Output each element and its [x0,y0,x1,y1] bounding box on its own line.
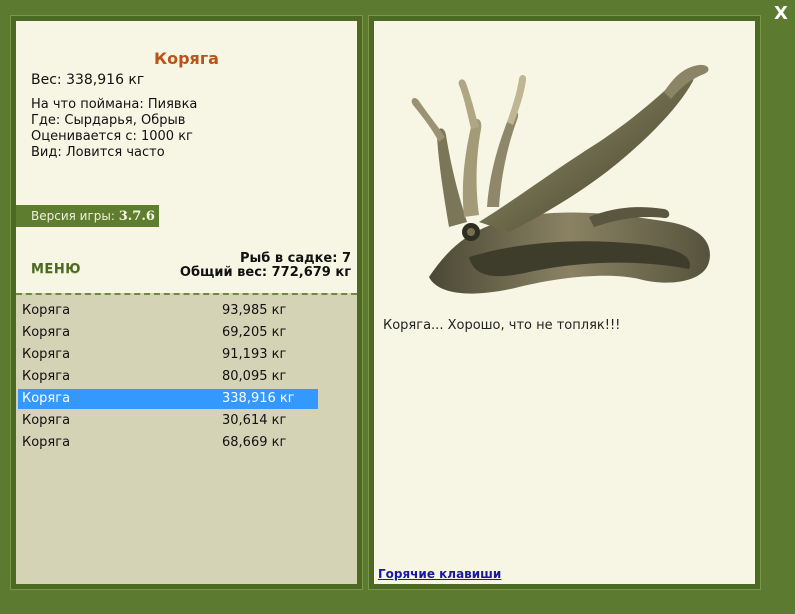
catch-item-weight: 30,614 кг [222,413,287,428]
fish-description: Коряга... Хорошо, что не топляк!!! [383,318,621,333]
catch-item-name: Коряга [22,303,71,318]
fish-weight: Вес: 338,916 кг [31,72,145,88]
catch-list: Коряга 93,985 кг Коряга 69,205 кг Коряга 91,1… [16,293,357,584]
fish-count: Рыб в садке: 7 [239,251,351,266]
catch-item-name: Коряга [22,325,71,340]
version-number: 3.7.6 [118,209,155,224]
catch-list-item[interactable]: Коряга 69,205 кг [18,323,318,343]
catch-list-item[interactable]: Коряга 80,095 кг [18,367,318,387]
catch-stats: Рыб в садке: 7 Общий вес: 772,679 кг [180,252,351,280]
catch-item-weight: 93,985 кг [222,303,287,318]
menu-button[interactable]: МЕНЮ [31,262,81,277]
catch-item-weight: 68,669 кг [222,435,287,450]
catch-item-weight: 80,095 кг [222,369,287,384]
catch-item-name: Коряга [22,391,71,406]
value-info: Оценивается с: 1000 кг [31,129,193,144]
catch-list-item[interactable]: Коряга 68,669 кг [18,433,318,453]
fish-info-panel: Коряга Вес: 338,916 кг На что поймана: П… [10,15,363,590]
catch-item-name: Коряга [22,369,71,384]
catch-list-item[interactable]: Коряга 93,985 кг [18,301,318,321]
catch-list-item[interactable]: Коряга 91,193 кг [18,345,318,365]
location-info: Где: Сырдарья, Обрыв [31,113,186,128]
driftwood-image [411,64,710,294]
fish-image-panel: Коряга... Хорошо, что не топляк!!! Горяч… [368,15,761,590]
close-icon[interactable]: X [772,4,790,24]
bottom-bar [0,594,795,614]
version-label: Версия игры: [31,209,115,223]
fish-details: На что поймана: Пиявка Где: Сырдарья, Об… [31,97,197,161]
version-badge: Версия игры: 3.7.6 [16,205,159,227]
catch-item-weight: 91,193 кг [222,347,287,362]
kind-info: Вид: Ловится часто [31,145,165,160]
bait-info: На что поймана: Пиявка [31,97,198,112]
catch-item-name: Коряга [22,413,71,428]
catch-item-weight: 338,916 кг [222,391,295,406]
catch-item-name: Коряга [22,435,71,450]
catch-item-name: Коряга [22,347,71,362]
hotkeys-link[interactable]: Горячие клавиши [378,567,501,581]
catch-list-item[interactable]: Коряга 30,614 кг [18,411,318,431]
fish-title: Коряга [154,49,219,68]
catch-list-item[interactable]: Коряга 338,916 кг [18,389,318,409]
total-weight: Общий вес: 772,679 кг [179,265,351,280]
catch-item-weight: 69,205 кг [222,325,287,340]
